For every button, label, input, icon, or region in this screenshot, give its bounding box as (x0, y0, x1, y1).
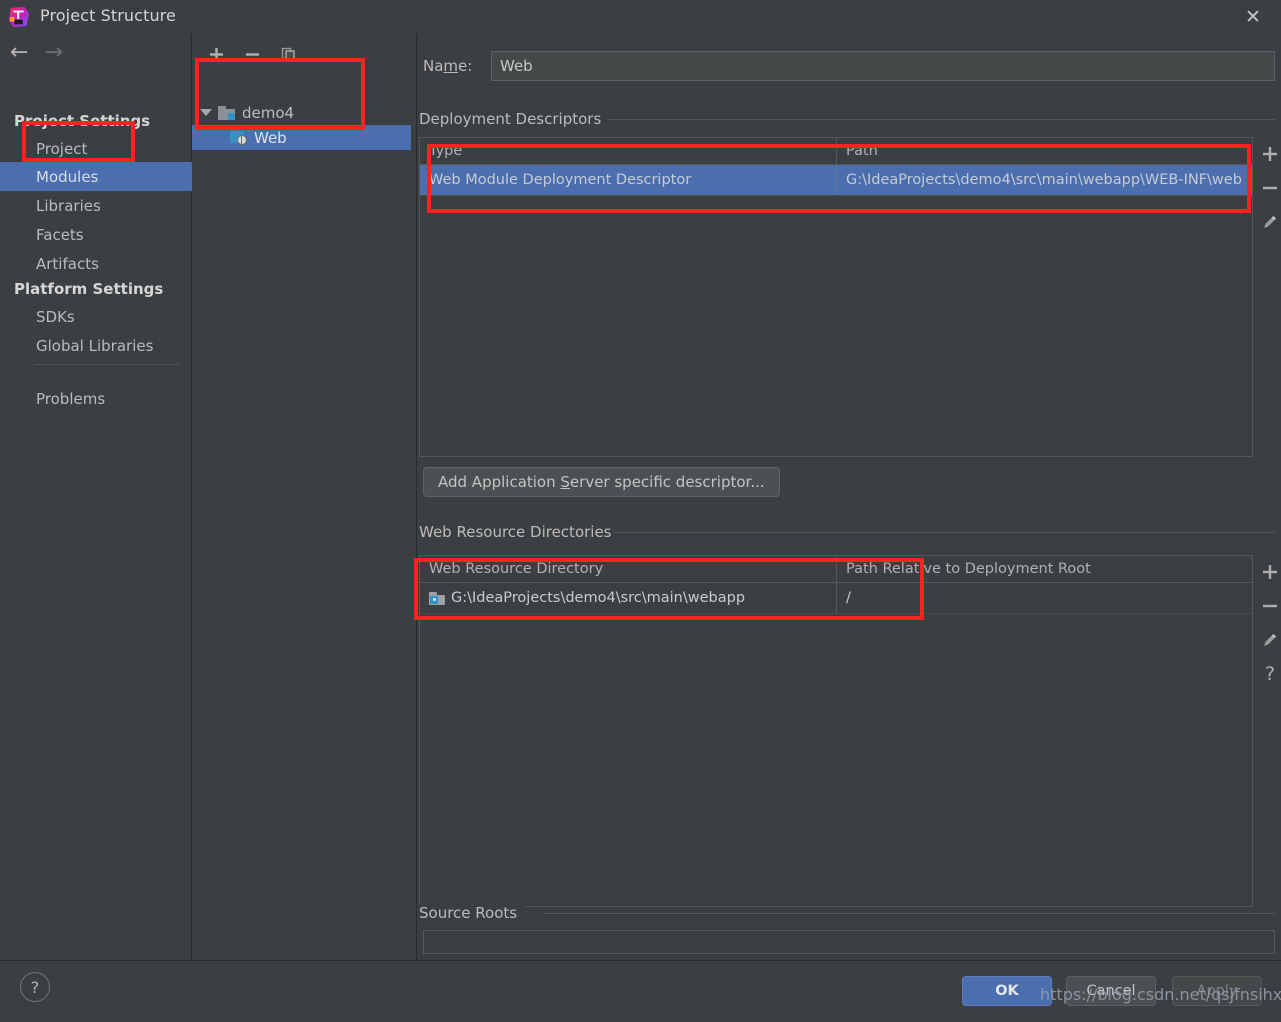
column-header-path-relative[interactable]: Path Relative to Deployment Root (836, 556, 1252, 582)
sidebar-item-label: Libraries (36, 196, 101, 215)
sidebar-item-label: Global Libraries (36, 336, 154, 355)
tree-node-web[interactable]: Web (192, 125, 411, 150)
sidebar-item-libraries[interactable]: Libraries (0, 191, 192, 220)
tree-node-demo4[interactable]: demo4 (192, 100, 417, 125)
sidebar-item-label: SDKs (36, 307, 75, 326)
cancel-button[interactable]: Cancel (1066, 976, 1156, 1006)
close-icon[interactable]: ✕ (1239, 4, 1267, 30)
sidebar-item-artifacts[interactable]: Artifacts (0, 249, 192, 278)
column-header-web-resource-directory[interactable]: Web Resource Directory (420, 556, 836, 582)
section-header-project-settings: Project Settings (14, 112, 151, 130)
settings-sidebar: ← → Project Settings Project Modules Lib… (0, 34, 192, 960)
sidebar-item-label: Problems (36, 389, 106, 408)
cell-web-resource-directory: G:\IdeaProjects\demo4\src\main\webapp (420, 583, 836, 613)
minus-icon[interactable] (1256, 171, 1281, 205)
copy-icon[interactable] (278, 44, 298, 64)
group-divider (613, 532, 1275, 533)
deployment-descriptors-table[interactable]: Type Path Web Module Deployment Descript… (419, 137, 1253, 457)
plus-icon[interactable] (1256, 137, 1281, 171)
minus-icon[interactable] (242, 44, 262, 64)
column-header-path[interactable]: Path (836, 138, 1252, 164)
name-row: Name: (423, 50, 1275, 82)
sidebar-item-sdks[interactable]: SDKs (0, 302, 192, 331)
cell-text: G:\IdeaProjects\demo4\src\main\webapp (451, 590, 746, 606)
table-header-row: Web Resource Directory Path Relative to … (420, 556, 1252, 583)
deployment-descriptors-title: Deployment Descriptors (419, 110, 611, 128)
source-roots-field[interactable] (423, 930, 1275, 954)
navigation-arrows: ← → (10, 42, 63, 64)
tree-node-label: Web (254, 128, 287, 147)
module-settings-panel: Name: Deployment Descriptors Type Path W… (417, 34, 1281, 960)
ok-button[interactable]: OK (962, 976, 1052, 1006)
cell-relative-path: / (836, 583, 1252, 613)
source-roots-title: Source Roots (419, 904, 527, 922)
cell-type: Web Module Deployment Descriptor (429, 172, 692, 188)
sidebar-divider (34, 364, 180, 365)
module-name-input[interactable] (491, 51, 1275, 81)
cell-path: G:\IdeaProjects\demo4\src\main\webapp\WE… (836, 165, 1252, 195)
sidebar-item-label: Facets (36, 225, 84, 244)
tree-node-label: demo4 (242, 103, 295, 122)
sidebar-item-global-libraries[interactable]: Global Libraries (0, 331, 192, 360)
table-row[interactable]: Web Module Deployment Descriptor G:\Idea… (420, 165, 1252, 195)
table-row[interactable]: G:\IdeaProjects\demo4\src\main\webapp / (420, 583, 1252, 613)
window-title: Project Structure (40, 6, 176, 25)
arrow-left-icon[interactable]: ← (10, 42, 28, 64)
help-button[interactable]: ? (20, 972, 50, 1002)
module-tree-toolbar (192, 40, 417, 68)
sidebar-item-label: Artifacts (36, 254, 99, 273)
pencil-icon[interactable] (1256, 205, 1281, 239)
apply-button: Apply (1172, 976, 1262, 1006)
sidebar-item-label: Project (36, 139, 88, 158)
row-separator (420, 613, 1252, 614)
deployment-descriptors-tools (1255, 137, 1281, 239)
pencil-icon[interactable] (1256, 623, 1281, 657)
row-separator (420, 195, 1252, 196)
module-tree-panel: demo4 Web (192, 34, 417, 960)
column-header-type[interactable]: Type (420, 138, 836, 164)
arrow-right-icon[interactable]: → (44, 42, 62, 64)
table-header-row: Type Path (420, 138, 1252, 165)
sidebar-item-problems[interactable]: Problems (0, 384, 192, 413)
title-bar: Project Structure ✕ (0, 0, 1281, 34)
group-divider (607, 119, 1275, 120)
plus-icon[interactable] (206, 44, 226, 64)
minus-icon[interactable] (1256, 589, 1281, 623)
add-application-server-descriptor-button[interactable]: Add Application Server specific descript… (423, 467, 780, 497)
name-label: Name: (423, 57, 473, 75)
web-resource-directories-table[interactable]: Web Resource Directory Path Relative to … (419, 555, 1253, 907)
web-resource-directories-tools: ? (1255, 555, 1281, 691)
sidebar-item-project[interactable]: Project (0, 134, 192, 163)
sidebar-item-label: Modules (36, 167, 99, 186)
chevron-down-icon[interactable] (200, 109, 212, 116)
web-resource-directories-title: Web Resource Directories (419, 523, 621, 541)
question-icon[interactable]: ? (1256, 657, 1281, 691)
intellij-idea-logo-icon (8, 6, 30, 28)
web-module-icon (230, 130, 247, 145)
sidebar-item-modules[interactable]: Modules (0, 162, 192, 191)
project-structure-dialog: Project Structure ✕ ← → Project Settings… (0, 0, 1281, 1022)
section-header-platform-settings: Platform Settings (14, 280, 164, 298)
sidebar-item-facets[interactable]: Facets (0, 220, 192, 249)
group-divider (543, 913, 1275, 914)
folder-icon (218, 105, 235, 120)
plus-icon[interactable] (1256, 555, 1281, 589)
directory-icon (429, 591, 445, 605)
